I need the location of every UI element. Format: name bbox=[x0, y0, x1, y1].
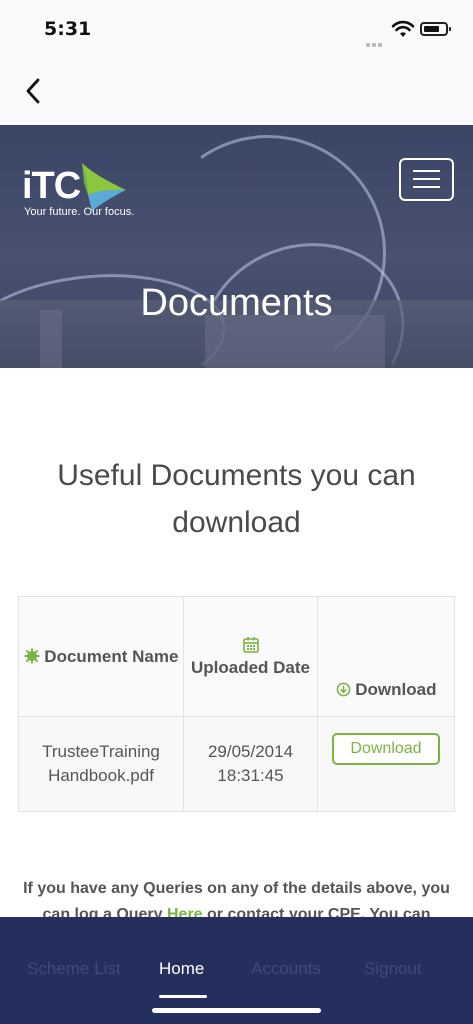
logo-text: iTC bbox=[22, 165, 81, 207]
download-button[interactable]: Download bbox=[332, 733, 440, 765]
gear-icon bbox=[24, 648, 40, 663]
logo-tagline: Your future. Our focus. bbox=[24, 206, 135, 218]
uploaded-date-cell: 29/05/2014 18:31:45 bbox=[183, 716, 318, 812]
section-heading: Useful Documents you can download bbox=[57, 459, 416, 539]
home-indicator[interactable] bbox=[152, 1008, 321, 1013]
cellular-signal-icon bbox=[366, 32, 388, 66]
tab-accounts[interactable]: Accounts bbox=[251, 959, 321, 979]
column-header-download: Download bbox=[317, 596, 455, 717]
hamburger-menu-button[interactable] bbox=[399, 158, 454, 201]
tab-home[interactable]: Home bbox=[159, 959, 204, 979]
column-header-document-name: Document Name bbox=[18, 596, 184, 717]
document-name-cell: TrusteeTraining Handbook.pdf bbox=[18, 716, 184, 812]
table-row: TrusteeTraining Handbook.pdf 29/05/2014 … bbox=[18, 716, 455, 812]
header-label: Document Name bbox=[44, 646, 179, 666]
tab-signout[interactable]: Signout bbox=[364, 959, 422, 979]
column-header-uploaded-date: Uploaded Date bbox=[183, 596, 318, 717]
tab-scheme-list[interactable]: Scheme List bbox=[27, 959, 121, 979]
status-bar: 5:31 bbox=[0, 0, 473, 66]
battery-icon bbox=[420, 22, 451, 36]
documents-table: Document Name Uploaded Date Download Tru… bbox=[18, 596, 455, 812]
menu-icon-line bbox=[413, 186, 440, 188]
back-icon[interactable] bbox=[22, 76, 46, 106]
menu-icon-line bbox=[413, 170, 440, 172]
page-title: Documents bbox=[140, 282, 333, 324]
active-tab-indicator bbox=[159, 995, 207, 998]
hero-banner: iTC Your future. Our focus. Documents bbox=[0, 125, 473, 368]
wifi-icon bbox=[391, 20, 415, 37]
download-circle-icon bbox=[336, 682, 350, 697]
navigation-bar bbox=[0, 56, 473, 125]
status-time: 5:31 bbox=[44, 18, 92, 40]
download-cell: Download bbox=[317, 716, 455, 812]
menu-icon-line bbox=[413, 178, 440, 180]
calendar-icon bbox=[242, 636, 259, 653]
header-label: Download bbox=[355, 680, 437, 699]
header-label: Uploaded Date bbox=[190, 657, 311, 677]
